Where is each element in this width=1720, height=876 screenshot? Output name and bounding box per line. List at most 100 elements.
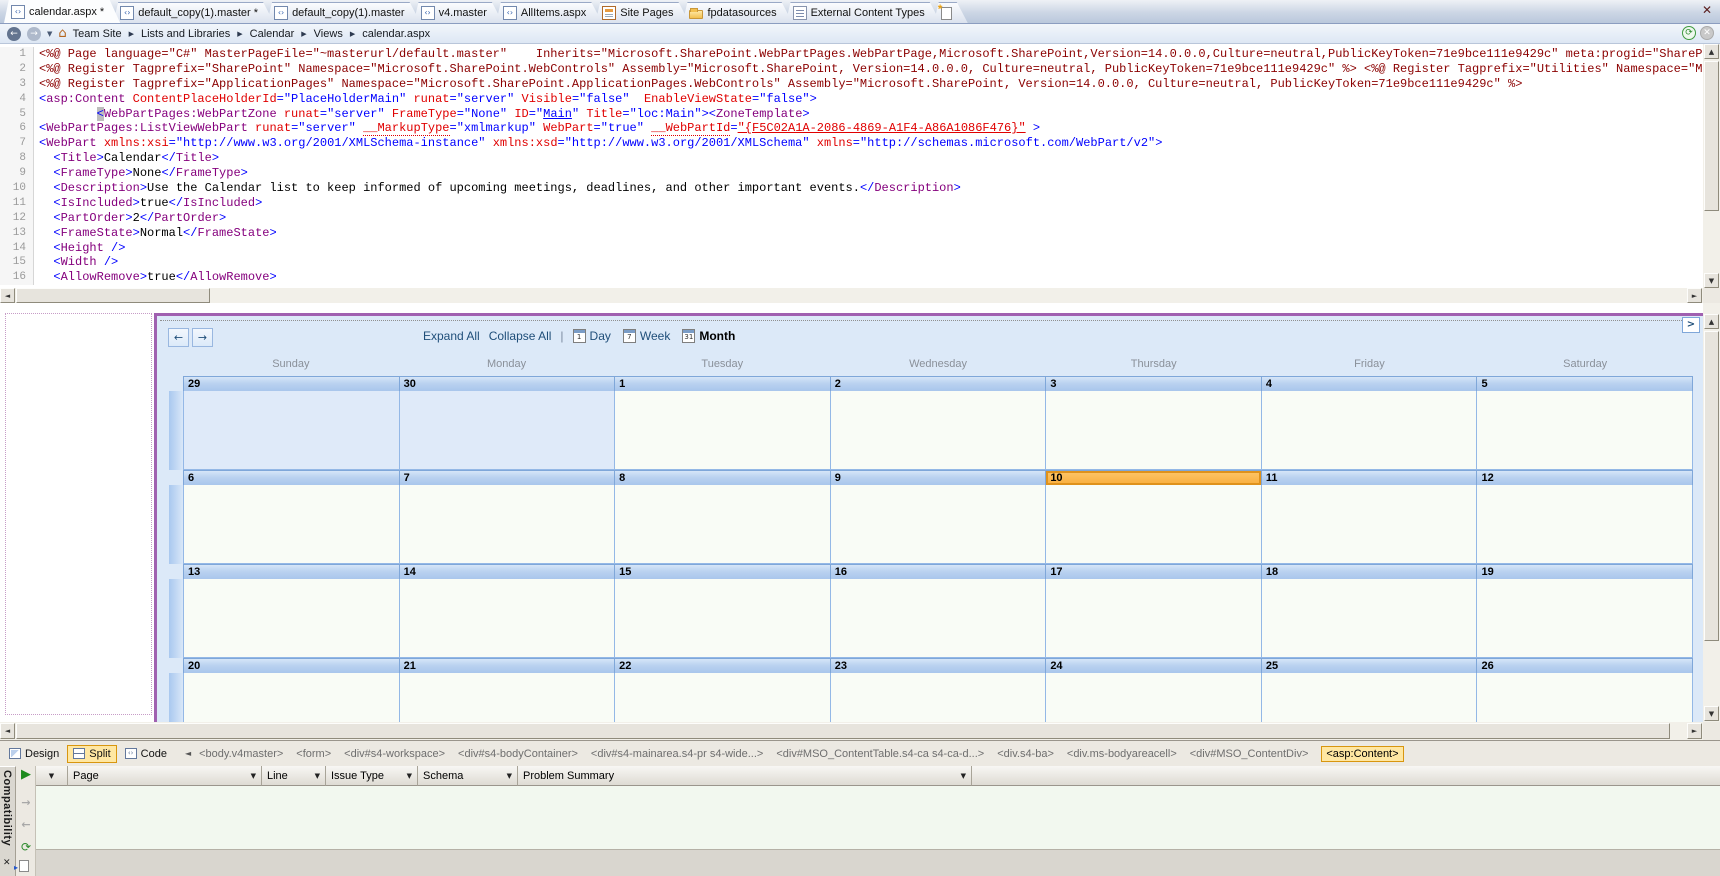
scroll-right-icon[interactable]: ► (1687, 723, 1702, 739)
calendar-day-cell[interactable] (399, 579, 616, 658)
view-code-button[interactable]: Code (119, 745, 173, 763)
breadcrumb-item[interactable]: Views (314, 28, 343, 40)
calendar-date-header[interactable]: 20 (183, 658, 400, 673)
file-tab[interactable]: calendar.aspx * (4, 0, 120, 23)
home-icon[interactable]: ⌂ (58, 26, 66, 41)
breadcrumb-item[interactable]: Team Site (73, 28, 122, 40)
run-dropdown[interactable]: ▼ (36, 766, 68, 786)
tag-breadcrumb-item[interactable]: <form> (296, 748, 331, 760)
calendar-day-cell[interactable] (615, 579, 831, 658)
week-gutter[interactable] (169, 470, 183, 485)
calendar-day-cell[interactable] (830, 579, 1047, 658)
stop-icon[interactable]: ✕ (1700, 26, 1714, 40)
code-horizontal-scrollbar[interactable]: ◄ ► (0, 288, 1703, 303)
calendar-date-header[interactable]: 6 (183, 470, 400, 485)
calendar-date-header[interactable]: 13 (183, 564, 400, 579)
calendar-day-cell[interactable] (1477, 391, 1694, 470)
week-gutter[interactable] (169, 485, 183, 564)
tag-breadcrumb-item[interactable]: <div.ms-bodyareacell> (1067, 748, 1177, 760)
column-header-issue-type[interactable]: Issue Type ▼ (326, 766, 418, 786)
calendar-view-week[interactable]: 7 Week (622, 329, 670, 343)
run-check-icon[interactable]: ▶ (19, 768, 33, 782)
calendar-date-header[interactable]: 24 (1046, 658, 1262, 673)
previous-result-icon[interactable]: ← (19, 818, 33, 832)
calendar-date-header[interactable]: 3 (1046, 376, 1262, 391)
breadcrumb-item[interactable]: calendar.aspx (362, 28, 430, 40)
tag-breadcrumb-item[interactable]: <div#s4-bodyContainer> (458, 748, 578, 760)
design-left-placeholder[interactable] (5, 313, 152, 715)
calendar-date-header[interactable]: 14 (399, 564, 616, 579)
calendar-day-cell[interactable] (1046, 485, 1262, 564)
breadcrumb-item[interactable]: Lists and Libraries (141, 28, 230, 40)
calendar-day-cell[interactable] (1477, 485, 1694, 564)
calendar-day-cell[interactable] (1046, 579, 1262, 658)
tag-breadcrumb-item[interactable]: <div#s4-mainarea.s4-pr s4-wide...> (591, 748, 763, 760)
calendar-date-header[interactable]: 1 (615, 376, 831, 391)
results-area[interactable] (36, 786, 1720, 850)
calendar-date-header[interactable]: 22 (615, 658, 831, 673)
calendar-day-cell[interactable] (615, 673, 831, 722)
scroll-left-icon[interactable]: ◄ (0, 288, 15, 303)
calendar-webpart[interactable]: ← → Expand All Collapse All | 1 Day 7 Week 3… (154, 313, 1703, 722)
week-gutter[interactable] (169, 391, 183, 470)
code-editor[interactable]: 1 <%@ Page language="C#" MasterPageFile="… (0, 44, 1703, 288)
close-icon[interactable]: ✕ (1702, 3, 1712, 17)
calendar-date-header[interactable]: 23 (830, 658, 1047, 673)
calendar-date-header[interactable]: 8 (615, 470, 831, 485)
calendar-day-cell[interactable] (830, 391, 1047, 470)
column-header-page[interactable]: Page ▼ (68, 766, 262, 786)
tag-path-scroll-left-icon[interactable]: ◄ (185, 749, 191, 758)
calendar-day-cell[interactable] (399, 391, 616, 470)
week-gutter[interactable] (169, 376, 183, 391)
week-gutter[interactable] (169, 673, 183, 722)
calendar-day-cell[interactable] (615, 485, 831, 564)
calendar-date-header[interactable]: 7 (399, 470, 616, 485)
calendar-date-header[interactable]: 17 (1046, 564, 1262, 579)
calendar-date-header[interactable]: 25 (1261, 658, 1478, 673)
design-view[interactable]: ← → Expand All Collapse All | 1 Day 7 Week 3… (0, 303, 1703, 722)
column-filter-icon[interactable]: ▼ (315, 772, 320, 780)
code-vertical-scrollbar[interactable]: ▲ ▼ (1703, 44, 1720, 288)
calendar-date-header[interactable]: 15 (615, 564, 831, 579)
column-header-problem-summary[interactable]: Problem Summary ▼ (518, 766, 972, 786)
expand-all-link[interactable]: Expand All (423, 329, 480, 343)
file-tab[interactable]: default_copy(1).master * (113, 2, 274, 23)
scroll-thumb[interactable] (16, 288, 210, 303)
tag-breadcrumb-item[interactable]: <div.s4-ba> (997, 748, 1054, 760)
week-gutter[interactable] (169, 658, 183, 673)
calendar-day-cell[interactable] (1261, 485, 1478, 564)
calendar-date-header[interactable]: 2 (830, 376, 1047, 391)
calendar-day-cell[interactable] (1477, 579, 1694, 658)
calendar-date-header[interactable]: 9 (830, 470, 1047, 485)
scroll-thumb[interactable] (1704, 61, 1719, 211)
calendar-day-cell[interactable] (183, 485, 400, 564)
history-dropdown-icon[interactable]: ▼ (47, 30, 52, 38)
calendar-day-cell[interactable] (1261, 579, 1478, 658)
calendar-view-month[interactable]: 31 Month (682, 329, 735, 343)
compatibility-tab[interactable]: Compatibility ✕ (0, 766, 16, 876)
tag-breadcrumb-item[interactable]: <asp:Content> (1321, 745, 1404, 762)
calendar-date-header[interactable]: 5 (1477, 376, 1694, 391)
scroll-thumb[interactable] (16, 723, 1670, 739)
column-filter-icon[interactable]: ▼ (251, 772, 256, 780)
scroll-down-icon[interactable]: ▼ (1704, 706, 1719, 721)
file-tab[interactable]: fpdatasources (682, 2, 792, 23)
view-design-button[interactable]: Design (3, 745, 65, 763)
calendar-date-header[interactable]: 21 (399, 658, 616, 673)
calendar-date-header[interactable]: 19 (1477, 564, 1694, 579)
view-split-button[interactable]: Split (67, 744, 117, 763)
week-gutter[interactable] (169, 564, 183, 579)
calendar-day-cell[interactable] (183, 579, 400, 658)
previous-month-button[interactable]: ← (168, 328, 189, 347)
file-tab[interactable]: External Content Types (786, 2, 941, 23)
calendar-day-cell[interactable] (830, 673, 1047, 722)
scroll-thumb[interactable] (1704, 331, 1719, 641)
calendar-day-cell[interactable] (1477, 673, 1694, 722)
column-header-line[interactable]: Line ▼ (262, 766, 326, 786)
calendar-date-header[interactable]: 26 (1477, 658, 1694, 673)
calendar-day-cell[interactable] (183, 673, 400, 722)
calendar-day-cell[interactable] (1046, 391, 1262, 470)
scroll-right-icon[interactable]: ► (1687, 288, 1702, 303)
calendar-view-day[interactable]: 1 Day (572, 329, 611, 343)
file-tab[interactable]: Site Pages (595, 2, 689, 23)
